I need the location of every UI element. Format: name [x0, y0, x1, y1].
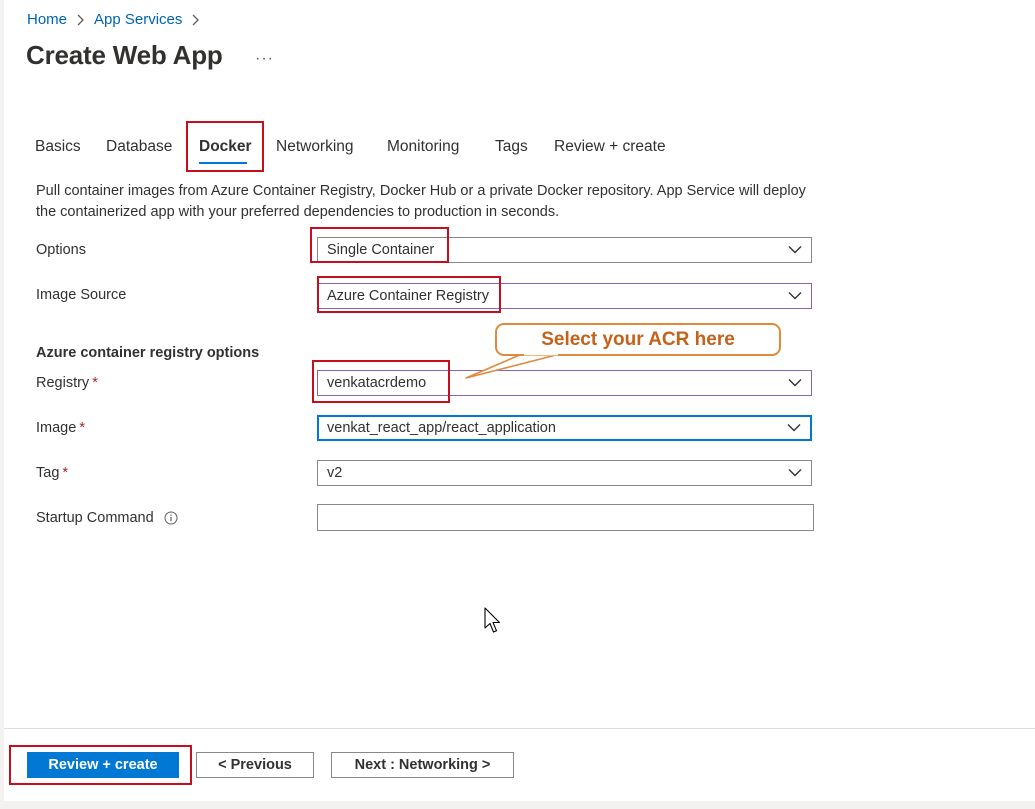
chevron-down-icon [788, 246, 802, 254]
active-tab-indicator [199, 162, 247, 164]
callout-pointer [465, 353, 561, 379]
callout-select-acr: Select your ACR here [495, 323, 781, 356]
window-frame-left [0, 0, 4, 809]
chevron-down-icon [788, 292, 802, 300]
tab-database[interactable]: Database [106, 138, 172, 156]
image-label: Image * [36, 420, 85, 436]
startup-command-label: Startup Command [36, 510, 178, 526]
footer-divider [4, 728, 1035, 729]
required-indicator: * [62, 465, 69, 481]
breadcrumb-home[interactable]: Home [27, 11, 67, 28]
chevron-down-icon [787, 424, 801, 432]
chevron-right-icon [76, 14, 85, 26]
tab-docker[interactable]: Docker [199, 138, 252, 156]
page-title: Create Web App [26, 40, 223, 70]
options-value: Single Container [327, 242, 435, 258]
registry-label-text: Registry [36, 375, 90, 391]
more-icon[interactable]: ··· [255, 50, 274, 68]
required-indicator: * [92, 375, 98, 391]
image-source-value: Azure Container Registry [327, 288, 489, 304]
breadcrumb-app-services[interactable]: App Services [94, 11, 182, 28]
registry-label: Registry * [36, 375, 98, 391]
tab-monitoring[interactable]: Monitoring [387, 138, 459, 156]
tab-basics[interactable]: Basics [35, 138, 81, 156]
startup-command-label-text: Startup Command [36, 510, 154, 526]
acr-options-heading: Azure container registry options [36, 345, 260, 361]
previous-button[interactable]: < Previous [196, 752, 314, 778]
info-icon[interactable] [164, 511, 178, 525]
window-frame-bottom [0, 801, 1035, 809]
docker-tab-description: Pull container images from Azure Contain… [36, 183, 806, 220]
next-networking-button[interactable]: Next : Networking > [331, 752, 514, 778]
tab-networking[interactable]: Networking [276, 138, 354, 156]
tag-dropdown[interactable]: v2 [317, 460, 812, 486]
tab-review-create[interactable]: Review + create [554, 138, 666, 156]
chevron-right-icon [191, 14, 200, 26]
tab-tags[interactable]: Tags [495, 138, 528, 156]
image-value: venkat_react_app/react_application [327, 420, 556, 436]
image-source-label: Image Source [36, 287, 127, 303]
tag-value: v2 [327, 465, 343, 481]
tag-label-text: Tag [36, 465, 60, 481]
tag-label: Tag * [36, 465, 68, 481]
callout-pointer-cover [524, 353, 558, 356]
required-indicator: * [79, 420, 85, 436]
chevron-down-icon [788, 379, 802, 387]
chevron-down-icon [788, 469, 802, 477]
registry-value: venkatacrdemo [327, 375, 427, 391]
image-source-dropdown[interactable]: Azure Container Registry [317, 283, 812, 309]
startup-command-input[interactable] [317, 504, 814, 531]
mouse-cursor-icon [484, 607, 501, 633]
options-label: Options [36, 242, 86, 258]
image-dropdown[interactable]: venkat_react_app/react_application [317, 415, 812, 441]
review-create-button[interactable]: Review + create [27, 752, 179, 778]
registry-dropdown[interactable]: venkatacrdemo [317, 370, 812, 396]
options-dropdown[interactable]: Single Container [317, 237, 812, 263]
breadcrumb: Home App Services [27, 11, 209, 28]
image-label-text: Image [36, 420, 77, 436]
